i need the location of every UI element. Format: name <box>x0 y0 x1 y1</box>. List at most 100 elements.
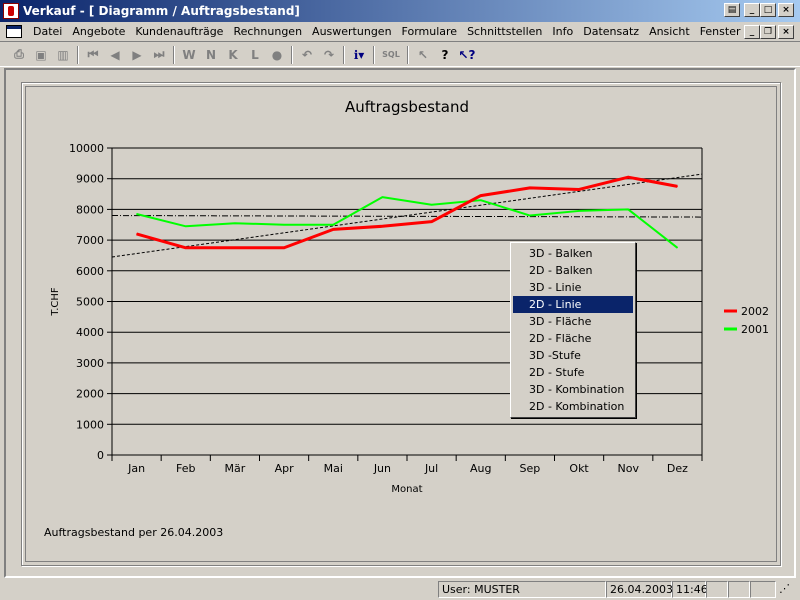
ctx-item-3d-linie[interactable]: 3D - Linie <box>513 279 633 296</box>
ctx-item-3d-stufe[interactable]: 3D -Stufe <box>513 347 633 364</box>
printer-icon[interactable]: ⎙ <box>8 45 30 65</box>
x-tick-label: Jan <box>127 462 145 475</box>
y-tick-label: 0 <box>97 449 104 462</box>
app-icon[interactable] <box>3 3 19 19</box>
x-tick-label: Jun <box>373 462 391 475</box>
status-panel-empty-3 <box>750 581 776 598</box>
preview-icon[interactable]: ▣ <box>30 45 52 65</box>
toolbar-k-button[interactable]: K <box>222 45 244 65</box>
ctx-item-2d-stufe[interactable]: 2D - Stufe <box>513 364 633 381</box>
ctx-item-3d-kombination[interactable]: 3D - Kombination <box>513 381 633 398</box>
toolbar-l-button[interactable]: L <box>244 45 266 65</box>
record-dot-icon[interactable]: ● <box>266 45 288 65</box>
document-icon[interactable] <box>6 25 22 38</box>
maximize-button[interactable]: □ <box>760 3 776 17</box>
title-bar[interactable]: Verkauf - [ Diagramm / Auftragsbestand] … <box>0 0 800 22</box>
y-tick-label: 7000 <box>76 234 104 247</box>
data-point-2001 <box>185 225 187 227</box>
mdi-restore-button[interactable]: ❐ <box>760 25 776 39</box>
chart-title: Auftragsbestand <box>345 98 469 116</box>
data-point-2001 <box>431 204 433 206</box>
ctx-item-2d-kombination[interactable]: 2D - Kombination <box>513 398 633 415</box>
x-tick-label: Sep <box>520 462 541 475</box>
menu-bar: Datei Angebote Kundenaufträge Rechnungen… <box>0 22 800 42</box>
undo-icon[interactable]: ↶ <box>296 45 318 65</box>
data-point-2002 <box>136 233 138 235</box>
chart-type-context-menu: 3D - Balken 2D - Balken 3D - Linie 2D - … <box>510 242 636 418</box>
x-tick-label: Nov <box>618 462 640 475</box>
close-button[interactable]: × <box>778 3 794 17</box>
menu-kundenauftraege[interactable]: Kundenaufträge <box>130 25 228 38</box>
data-point-2001 <box>480 199 482 201</box>
y-tick-label: 4000 <box>76 326 104 339</box>
ctx-item-2d-balken[interactable]: 2D - Balken <box>513 262 633 279</box>
legend-label-2001: 2001 <box>741 323 769 336</box>
data-point-2001 <box>676 247 678 249</box>
y-tick-label: 2000 <box>76 388 104 401</box>
data-point-2002 <box>332 228 334 230</box>
help-icon[interactable]: ? <box>434 45 456 65</box>
menu-info[interactable]: Info <box>547 25 578 38</box>
toolbar-separator <box>291 45 293 64</box>
menu-datensatz[interactable]: Datensatz <box>578 25 644 38</box>
data-point-2002 <box>480 195 482 197</box>
x-tick-label: Aug <box>470 462 491 475</box>
ctx-item-2d-flaeche[interactable]: 2D - Fläche <box>513 330 633 347</box>
data-point-2001 <box>381 196 383 198</box>
x-tick-label: Apr <box>275 462 295 475</box>
chart-icon[interactable]: ▥ <box>52 45 74 65</box>
resize-grip-icon[interactable]: ⋰ <box>776 581 798 598</box>
menu-formulare[interactable]: Formulare <box>397 25 463 38</box>
y-axis-label: T.CHF <box>50 287 61 317</box>
menu-rechnungen[interactable]: Rechnungen <box>228 25 307 38</box>
data-point-2001 <box>283 224 285 226</box>
toolbar-w-button[interactable]: W <box>178 45 200 65</box>
data-point-2001 <box>136 213 138 215</box>
toolbar-separator <box>77 45 79 64</box>
data-point-2002 <box>283 247 285 249</box>
prev-record-icon[interactable]: ◀ <box>104 45 126 65</box>
data-point-2002 <box>431 221 433 223</box>
info-icon[interactable]: ℹ▾ <box>348 45 370 65</box>
mdi-minimize-button[interactable]: _ <box>744 25 760 39</box>
data-point-2001 <box>578 210 580 212</box>
y-tick-label: 6000 <box>76 265 104 278</box>
y-tick-label: 5000 <box>76 296 104 309</box>
last-record-icon[interactable]: ⏭ <box>148 45 170 65</box>
print-window-icon[interactable]: ▤ <box>724 3 740 17</box>
y-tick-label: 10000 <box>69 142 104 155</box>
menu-ansicht[interactable]: Ansicht <box>644 25 695 38</box>
status-panel-empty-2 <box>728 581 750 598</box>
y-tick-label: 9000 <box>76 173 104 186</box>
menu-datei[interactable]: Datei <box>28 25 67 38</box>
context-help-icon[interactable]: ↖? <box>456 45 478 65</box>
x-tick-label: Okt <box>569 462 589 475</box>
sql-button[interactable]: SQL <box>378 45 404 65</box>
mdi-content: Auftragsbestand 0 1000 2000 3000 4000 5000 6000… <box>4 68 796 578</box>
minimize-button[interactable]: _ <box>744 3 760 17</box>
first-record-icon[interactable]: ⏮ <box>82 45 104 65</box>
line-chart[interactable]: Auftragsbestand 0 1000 2000 3000 4000 5000 6000… <box>6 70 798 580</box>
x-tick-label: Mai <box>324 462 343 475</box>
menu-fenster[interactable]: Fenster <box>695 25 746 38</box>
chart-footnote: Auftragsbestand per 26.04.2003 <box>44 526 224 539</box>
redo-icon[interactable]: ↷ <box>318 45 340 65</box>
ctx-item-3d-balken[interactable]: 3D - Balken <box>513 245 633 262</box>
menu-angebote[interactable]: Angebote <box>67 25 130 38</box>
mdi-close-button[interactable]: × <box>778 25 794 39</box>
ctx-item-3d-flaeche[interactable]: 3D - Fläche <box>513 313 633 330</box>
toolbar-n-button[interactable]: N <box>200 45 222 65</box>
x-tick-label: Mär <box>225 462 246 475</box>
menu-schnittstellen[interactable]: Schnittstellen <box>462 25 547 38</box>
x-tick-label: Feb <box>176 462 195 475</box>
window-title: Verkauf - [ Diagramm / Auftragsbestand] <box>23 4 300 18</box>
menu-auswertungen[interactable]: Auswertungen <box>307 25 397 38</box>
next-record-icon[interactable]: ▶ <box>126 45 148 65</box>
data-point-2001 <box>627 208 629 210</box>
ctx-item-2d-linie[interactable]: 2D - Linie <box>513 296 633 313</box>
data-point-2002 <box>676 185 678 187</box>
pointer-icon[interactable]: ↖ <box>412 45 434 65</box>
x-tick-label: Dez <box>667 462 688 475</box>
data-point-2002 <box>627 176 629 178</box>
toolbar-separator <box>373 45 375 64</box>
